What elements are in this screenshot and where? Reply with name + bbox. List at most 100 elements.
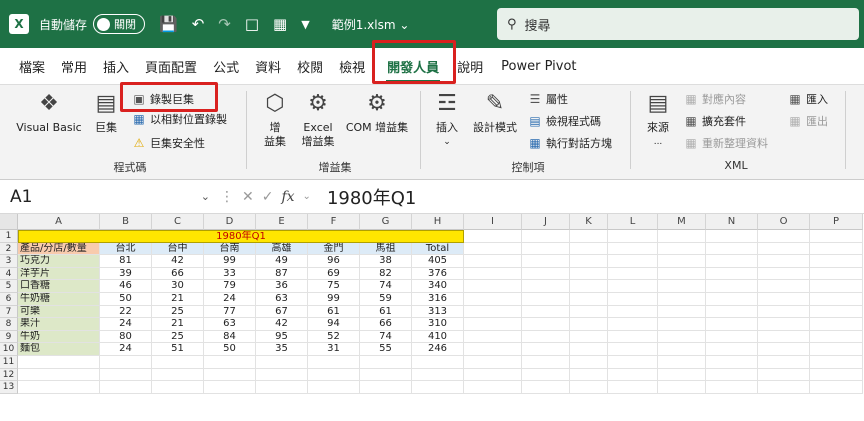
cell[interactable] xyxy=(570,318,608,331)
cell[interactable] xyxy=(658,368,706,382)
column-header-b[interactable]: B xyxy=(100,214,152,230)
row-header-1[interactable]: 1 xyxy=(0,230,18,243)
cell[interactable] xyxy=(100,368,152,382)
cell[interactable] xyxy=(608,381,658,394)
cell[interactable] xyxy=(810,255,863,268)
value-cell[interactable]: 33 xyxy=(204,267,256,281)
view-code-button[interactable]: ▤ 檢視程式碼 xyxy=(528,113,601,129)
cell[interactable] xyxy=(18,368,100,382)
cell[interactable] xyxy=(570,255,608,268)
row-header-8[interactable]: 8 xyxy=(0,318,18,331)
value-cell[interactable]: 87 xyxy=(256,267,308,281)
cell[interactable] xyxy=(464,356,522,369)
row-header-5[interactable]: 5 xyxy=(0,280,18,293)
chevron-down-icon[interactable]: ⌄ xyxy=(303,191,311,202)
header-cell[interactable]: 台中 xyxy=(152,242,204,256)
value-cell[interactable]: 21 xyxy=(152,293,204,306)
value-cell[interactable]: 82 xyxy=(360,267,412,281)
cell[interactable] xyxy=(256,368,308,382)
more-options-icon[interactable]: ⋮ xyxy=(220,189,234,205)
cell[interactable] xyxy=(706,330,758,344)
value-cell[interactable]: 75 xyxy=(308,280,360,293)
select-all-corner[interactable] xyxy=(0,214,18,230)
value-cell[interactable]: 42 xyxy=(152,255,204,268)
cell[interactable] xyxy=(608,293,658,306)
row-header-10[interactable]: 10 xyxy=(0,343,18,356)
column-header-m[interactable]: M xyxy=(658,214,706,230)
column-header-a[interactable]: A xyxy=(18,214,100,230)
search-box[interactable]: ⚲ 搜尋 xyxy=(497,8,859,40)
row-header-11[interactable]: 11 xyxy=(0,356,18,369)
chevron-down-icon[interactable]: ⌄ xyxy=(201,190,210,203)
cell[interactable] xyxy=(608,368,658,382)
column-header-g[interactable]: G xyxy=(360,214,412,230)
cell[interactable] xyxy=(706,267,758,281)
value-cell[interactable]: 31 xyxy=(308,343,360,356)
value-cell[interactable]: 94 xyxy=(308,318,360,331)
cell[interactable] xyxy=(810,280,863,293)
cell[interactable] xyxy=(658,330,706,344)
value-cell[interactable]: 25 xyxy=(152,330,204,344)
cell[interactable] xyxy=(706,305,758,319)
cell[interactable] xyxy=(706,280,758,293)
value-cell[interactable]: 63 xyxy=(204,318,256,331)
cell[interactable] xyxy=(570,280,608,293)
cell[interactable] xyxy=(658,343,706,356)
tab-developer[interactable]: 開發人員 xyxy=(386,57,441,83)
cell[interactable] xyxy=(464,330,522,344)
value-cell[interactable]: 61 xyxy=(360,305,412,319)
value-cell[interactable]: 84 xyxy=(204,330,256,344)
cell[interactable] xyxy=(522,230,570,243)
tab-page-layout[interactable]: 頁面配置 xyxy=(144,57,198,76)
redo-icon[interactable]: ↷ xyxy=(218,15,231,33)
value-cell[interactable]: 310 xyxy=(412,318,464,331)
value-cell[interactable]: 313 xyxy=(412,305,464,319)
form-icon[interactable]: ▦ xyxy=(273,15,287,33)
cell[interactable] xyxy=(810,318,863,331)
cell[interactable] xyxy=(360,368,412,382)
cell[interactable] xyxy=(464,381,522,394)
value-cell[interactable]: 24 xyxy=(100,343,152,356)
cell[interactable] xyxy=(18,381,100,394)
cell[interactable] xyxy=(570,242,608,256)
cell[interactable] xyxy=(758,330,810,344)
cell[interactable] xyxy=(758,318,810,331)
value-cell[interactable]: 59 xyxy=(360,293,412,306)
visual-basic-button[interactable]: ❖ Visual Basic xyxy=(14,91,84,135)
tab-power-pivot[interactable]: Power Pivot xyxy=(500,59,577,74)
cell[interactable] xyxy=(522,330,570,344)
cell[interactable] xyxy=(256,381,308,394)
cell[interactable] xyxy=(706,343,758,356)
tab-review[interactable]: 校閱 xyxy=(296,57,324,76)
column-header-c[interactable]: C xyxy=(152,214,204,230)
cell[interactable] xyxy=(464,230,522,243)
cell[interactable] xyxy=(522,381,570,394)
cell[interactable] xyxy=(810,368,863,382)
column-header-d[interactable]: D xyxy=(204,214,256,230)
cell[interactable] xyxy=(308,381,360,394)
cell[interactable] xyxy=(464,368,522,382)
value-cell[interactable]: 30 xyxy=(152,280,204,293)
tab-data[interactable]: 資料 xyxy=(254,57,282,76)
value-cell[interactable]: 99 xyxy=(204,255,256,268)
cell[interactable] xyxy=(608,230,658,243)
column-header-j[interactable]: J xyxy=(522,214,570,230)
cell[interactable] xyxy=(658,381,706,394)
cell[interactable] xyxy=(706,368,758,382)
cell[interactable] xyxy=(308,356,360,369)
product-cell[interactable]: 口香糖 xyxy=(18,280,100,293)
customize-toolbar-icon[interactable]: ▼ xyxy=(301,18,309,31)
value-cell[interactable]: 95 xyxy=(256,330,308,344)
header-cell[interactable]: Total xyxy=(412,242,464,256)
cell[interactable] xyxy=(100,381,152,394)
row-header-13[interactable]: 13 xyxy=(0,381,18,394)
macro-security-button[interactable]: ⚠ 巨集安全性 xyxy=(132,135,205,151)
column-header-n[interactable]: N xyxy=(706,214,758,230)
cell[interactable] xyxy=(608,330,658,344)
column-header-f[interactable]: F xyxy=(308,214,360,230)
header-cell[interactable]: 金門 xyxy=(308,242,360,256)
cell[interactable] xyxy=(658,242,706,256)
cell[interactable] xyxy=(464,267,522,281)
cell[interactable] xyxy=(608,255,658,268)
cell[interactable] xyxy=(522,368,570,382)
